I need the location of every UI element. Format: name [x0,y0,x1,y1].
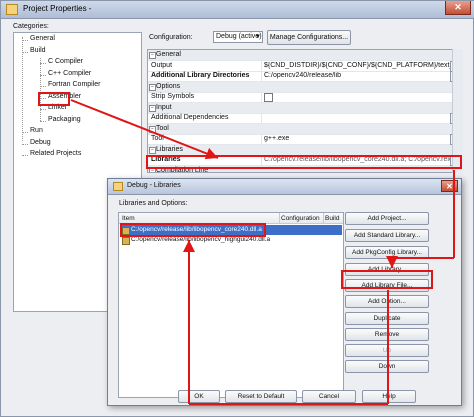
property-label: Strip Symbols [151,93,195,100]
column-divider [261,92,262,102]
property-row[interactable]: Toolg++.exe… [148,134,461,145]
add-pkgconfig-library-button[interactable]: Add PkgConfig Library... [345,246,429,259]
tree-connector [40,58,41,121]
libraries-table[interactable]: Item Configuration Build C:/opencv/relea… [118,212,344,398]
manage-configurations-button[interactable]: Manage Configurations... [267,30,351,45]
tree-connector [40,120,46,122]
reset-to-default-button[interactable]: Reset to Default [225,390,297,403]
property-label: Additional Library Directories [151,72,250,79]
property-label: Libraries [156,145,183,153]
property-value[interactable]: g++.exe [264,135,450,142]
column-header-build[interactable]: Build [325,215,339,222]
tree-item[interactable]: C Compiler [48,58,83,65]
property-category: − Options [148,81,458,93]
property-label: Options [156,82,181,90]
window-title: Project Properties - [23,4,92,13]
column-divider [323,213,324,224]
duplicate-button[interactable]: Duplicate [345,312,429,325]
libraries-options-label: Libraries and Options: [119,200,188,207]
remove-button[interactable]: Remove [345,328,429,341]
collapse-icon[interactable]: − [149,104,156,112]
dialog-title-bar[interactable]: Debug - Libraries ✕ [108,179,461,195]
property-value[interactable]: ${CND_DISTDIR}/${CND_CONF}/${CND_PLATFOR… [264,62,450,69]
property-label: Tool [151,135,164,142]
help-button[interactable]: Help [362,390,416,403]
property-label: Tool [156,124,169,132]
column-header-item[interactable]: Item [122,215,135,222]
tree-item[interactable]: Build [30,47,46,54]
collapse-icon[interactable]: − [149,146,156,154]
tree-item[interactable]: General [30,35,55,42]
property-label: Additional Dependencies [151,114,229,121]
chevron-down-icon: ▼ [255,34,261,40]
tree-item[interactable]: Related Projects [30,150,81,157]
column-header-configuration[interactable]: Configuration [281,215,320,222]
add-library-file-highlight-box [341,270,433,289]
tree-item[interactable]: Packaging [48,116,81,123]
property-value[interactable]: C:/opencv240/release/lib [264,72,450,79]
add-project-button[interactable]: Add Project... [345,212,429,225]
column-divider [261,134,262,144]
selected-library-highlight-box [120,223,266,237]
up-button[interactable]: Up [345,344,429,357]
column-divider [261,60,262,71]
libraries-highlight-box [146,155,462,169]
property-row[interactable]: Output ${CND_DISTDIR}/${CND_CONF}/${CND_P… [148,60,461,72]
dialog-close-button[interactable]: ✕ [441,180,458,192]
property-row[interactable]: Strip Symbols [148,92,458,103]
property-category: − Libraries [148,144,458,156]
title-bar[interactable]: Project Properties - ✕ [1,1,474,19]
property-label: Input [156,103,172,111]
property-label: Output [151,61,173,69]
ok-button[interactable]: OK [178,390,220,403]
property-label: General [156,51,181,58]
tree-connector [22,37,23,141]
netbeans-app-icon [113,182,123,191]
tree-connector [22,143,28,145]
collapse-icon[interactable]: − [149,52,156,59]
close-button[interactable]: ✕ [445,1,471,15]
configuration-label: Configuration: [149,34,193,41]
linker-highlight-box [38,92,70,106]
tree-item[interactable]: Fortran Compiler [48,81,101,88]
library-path: C:/opencv/release/lib/libopencv_highgui2… [131,236,271,243]
library-file-icon [122,237,130,245]
add-standard-library-button[interactable]: Add Standard Library... [345,229,429,242]
configuration-select[interactable]: Debug (active) ▼ [213,31,263,43]
property-row[interactable]: Additional Dependencies… [148,113,461,124]
tree-item[interactable]: Debug [30,139,51,146]
property-category: − Input [148,102,458,114]
property-category: − Tool [148,123,458,135]
column-divider [261,113,262,123]
tree-item[interactable]: C++ Compiler [48,70,91,77]
column-divider [279,213,280,224]
strip-symbols-checkbox[interactable] [264,93,273,102]
down-button[interactable]: Down [345,360,429,373]
cancel-button[interactable]: Cancel [302,390,356,403]
collapse-icon[interactable]: − [149,83,156,91]
property-category: − General [148,50,458,61]
dialog-title: Debug - Libraries [127,182,181,189]
property-row[interactable]: Additional Library Directories C:/opencv2… [148,71,461,82]
netbeans-app-icon [6,4,18,15]
libraries-dialog: Debug - Libraries ✕ Libraries and Option… [107,178,462,406]
tree-connector [22,155,28,156]
categories-label: Categories: [13,23,49,30]
tree-item[interactable]: Run [30,127,43,134]
collapse-icon[interactable]: − [149,125,156,133]
column-divider [261,71,262,81]
add-option-button[interactable]: Add Option... [345,295,429,308]
